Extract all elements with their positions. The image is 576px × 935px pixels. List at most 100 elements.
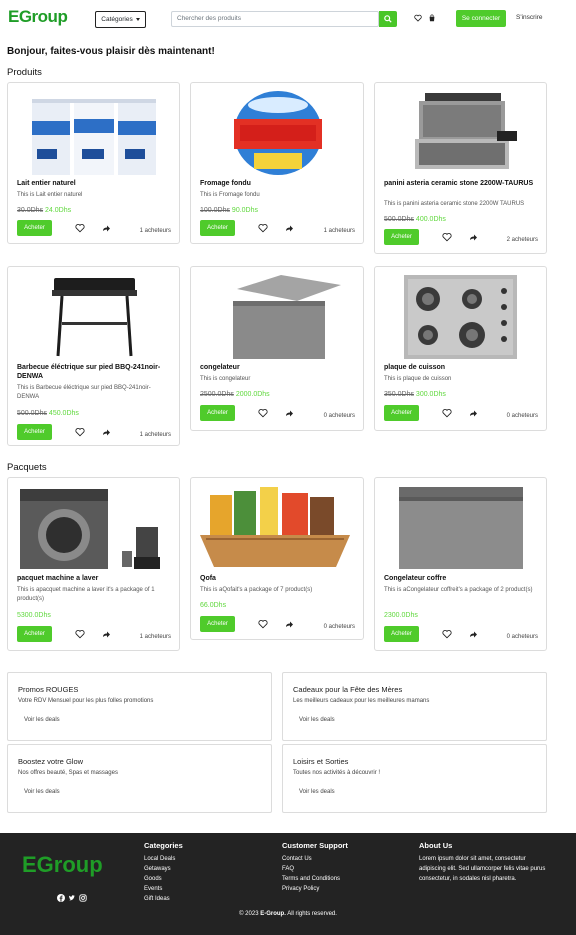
product-image-barbecue[interactable]: [48, 274, 141, 359]
package-card: pacquet machine a laver This is apacquet…: [7, 477, 180, 651]
product-card: plaque de cuisson This is plaque de cuis…: [374, 266, 547, 431]
footer-link[interactable]: Contact Us: [282, 854, 348, 864]
share-icon[interactable]: [284, 408, 294, 418]
new-price: 300.0Dhs: [415, 391, 446, 398]
product-name[interactable]: Fromage fondu: [200, 179, 251, 188]
share-icon[interactable]: [468, 232, 478, 242]
share-icon[interactable]: [101, 223, 111, 233]
buy-button[interactable]: Acheter: [384, 229, 419, 245]
heart-icon[interactable]: [258, 408, 268, 418]
logo[interactable]: EGroup: [8, 6, 68, 28]
product-image-cheese[interactable]: [234, 91, 322, 176]
footer-support: Customer Support Contact Us FAQ Terms an…: [282, 841, 348, 894]
buyers-count: 1 acheteurs: [323, 228, 355, 234]
package-price: 2300.0Dhs: [384, 611, 418, 620]
buy-button[interactable]: Acheter: [384, 626, 419, 642]
wishlist-heart-icon[interactable]: [413, 13, 423, 23]
share-icon[interactable]: [468, 408, 478, 418]
package-name[interactable]: Congelateur coffre: [384, 574, 446, 583]
heart-icon[interactable]: [442, 232, 452, 242]
package-image-basket[interactable]: [200, 487, 350, 570]
product-name[interactable]: congelateur: [200, 363, 240, 372]
buy-button[interactable]: Acheter: [17, 626, 52, 642]
promo-link[interactable]: Voir les deals: [24, 789, 60, 795]
heart-icon[interactable]: [75, 629, 85, 639]
product-description: This is panini asteria ceramic stone 220…: [384, 201, 525, 207]
buy-button[interactable]: Acheter: [200, 220, 235, 236]
product-price: 500.0Dhs 400.0Dhs: [384, 215, 446, 224]
search-button[interactable]: [379, 11, 397, 27]
footer-link[interactable]: Privacy Policy: [282, 884, 348, 894]
buy-button[interactable]: Acheter: [17, 220, 52, 236]
footer-link[interactable]: Events: [144, 884, 183, 894]
heart-icon[interactable]: [75, 223, 85, 233]
product-description: This is plaque de cuisson: [384, 376, 452, 382]
buyers-count: 0 acheteurs: [506, 413, 538, 419]
package-name[interactable]: Qofa: [200, 574, 216, 583]
product-price: 30.0Dhs 24.0Dhs: [17, 206, 71, 215]
product-card: panini asteria ceramic stone 2200W-TAURU…: [374, 82, 547, 254]
package-description: This is apacquet machine a laver it's a …: [17, 587, 155, 602]
share-icon[interactable]: [284, 619, 294, 629]
product-image-panini[interactable]: [405, 91, 518, 176]
package-name[interactable]: pacquet machine a laver: [17, 574, 98, 583]
product-name[interactable]: plaque de cuisson: [384, 363, 445, 372]
share-icon[interactable]: [284, 223, 294, 233]
search-input[interactable]: Chercher des produits: [171, 11, 379, 27]
product-name[interactable]: Barbecue éléctrique sur pied BBQ-241noir…: [17, 363, 179, 381]
buy-button[interactable]: Acheter: [17, 424, 52, 440]
twitter-icon[interactable]: [68, 894, 76, 902]
facebook-icon[interactable]: [57, 894, 65, 902]
product-description: This is Lait entier naturel: [17, 192, 83, 198]
buy-button[interactable]: Acheter: [200, 616, 235, 632]
instagram-icon[interactable]: [79, 894, 87, 902]
product-name[interactable]: panini asteria ceramic stone 2200W-TAURU…: [384, 179, 533, 188]
product-price: 2500.0Dhs 2000.0Dhs: [200, 390, 270, 399]
greeting-heading: Bonjour, faites-vous plaisir dès mainten…: [7, 46, 215, 57]
footer-link[interactable]: Goods: [144, 874, 183, 884]
buy-button[interactable]: Acheter: [200, 405, 235, 421]
footer-about-title: About Us: [419, 841, 453, 850]
product-description: This is congelateur: [200, 376, 251, 382]
package-image-chest-freezer[interactable]: [397, 487, 525, 570]
heart-icon[interactable]: [442, 629, 452, 639]
search-icon: [384, 15, 392, 23]
buy-button[interactable]: Acheter: [384, 405, 419, 421]
product-name[interactable]: Lait entier naturel: [17, 179, 76, 188]
product-image-milk[interactable]: [27, 91, 162, 176]
footer-link[interactable]: FAQ: [282, 864, 348, 874]
share-icon[interactable]: [468, 629, 478, 639]
promo-link[interactable]: Voir les deals: [299, 717, 335, 723]
promo-link[interactable]: Voir les deals: [24, 717, 60, 723]
signup-link[interactable]: S'inscrire: [516, 14, 543, 21]
product-image-freezer[interactable]: [231, 275, 341, 359]
packages-section-title: Pacquets: [7, 462, 47, 473]
share-icon[interactable]: [101, 629, 111, 639]
product-image-cooktop[interactable]: [404, 275, 517, 359]
footer-logo[interactable]: EGroup: [22, 847, 103, 883]
footer-link[interactable]: Terms and Conditions: [282, 874, 348, 884]
login-button[interactable]: Se connecter: [456, 10, 506, 27]
heart-icon[interactable]: [258, 223, 268, 233]
new-price: 90.0Dhs: [231, 207, 258, 214]
new-price: 400.0Dhs: [415, 216, 446, 223]
buyers-count: 0 acheteurs: [323, 413, 355, 419]
share-icon[interactable]: [101, 427, 111, 437]
promo-link[interactable]: Voir les deals: [299, 789, 335, 795]
promo-card: Promos ROUGES Votre RDV Mensuel pour les…: [7, 672, 272, 741]
product-card: Fromage fondu This is Fromage fondu 100.…: [190, 82, 364, 244]
heart-icon[interactable]: [442, 408, 452, 418]
categories-dropdown[interactable]: Catégories: [95, 11, 146, 28]
footer-logo-text: EGroup: [22, 852, 103, 877]
copyright: © 2023 E-Group. All rights reserved.: [0, 911, 576, 917]
footer-link[interactable]: Local Deals: [144, 854, 183, 864]
cart-icon[interactable]: [427, 13, 437, 23]
heart-icon[interactable]: [75, 427, 85, 437]
package-image-washing-machine[interactable]: [18, 487, 168, 570]
new-price: 2000.0Dhs: [235, 391, 270, 398]
footer-link[interactable]: Gift Ideas: [144, 894, 183, 904]
products-section-title: Produits: [7, 67, 42, 78]
old-price: 100.0Dhs: [200, 207, 230, 214]
heart-icon[interactable]: [258, 619, 268, 629]
footer-link[interactable]: Getaways: [144, 864, 183, 874]
